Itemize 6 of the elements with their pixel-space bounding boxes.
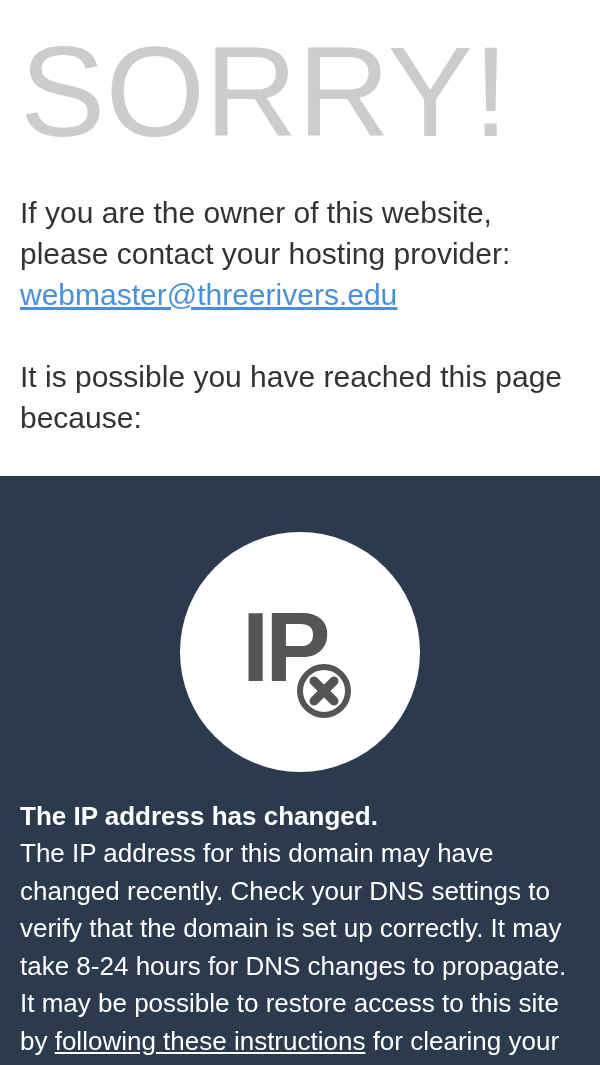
owner-message: If you are the owner of this website, please contact your hosting provider: [20, 195, 512, 272]
ip-label: IP [242, 591, 327, 704]
reason-title: The IP address has changed. [20, 800, 379, 833]
reason-description: The IP address for this domain may have changed recently. Check your DNS settings to verify that the domain is set up correctly. It may take 8-24 hours for DNS changes to propagate. It may be possible to restore access to this site by following these instructions for clearing your [20, 837, 568, 1058]
reason-intro: It is possible you have reached this page because: [20, 359, 563, 436]
instructions-link[interactable]: following these instructions [54, 1025, 366, 1056]
